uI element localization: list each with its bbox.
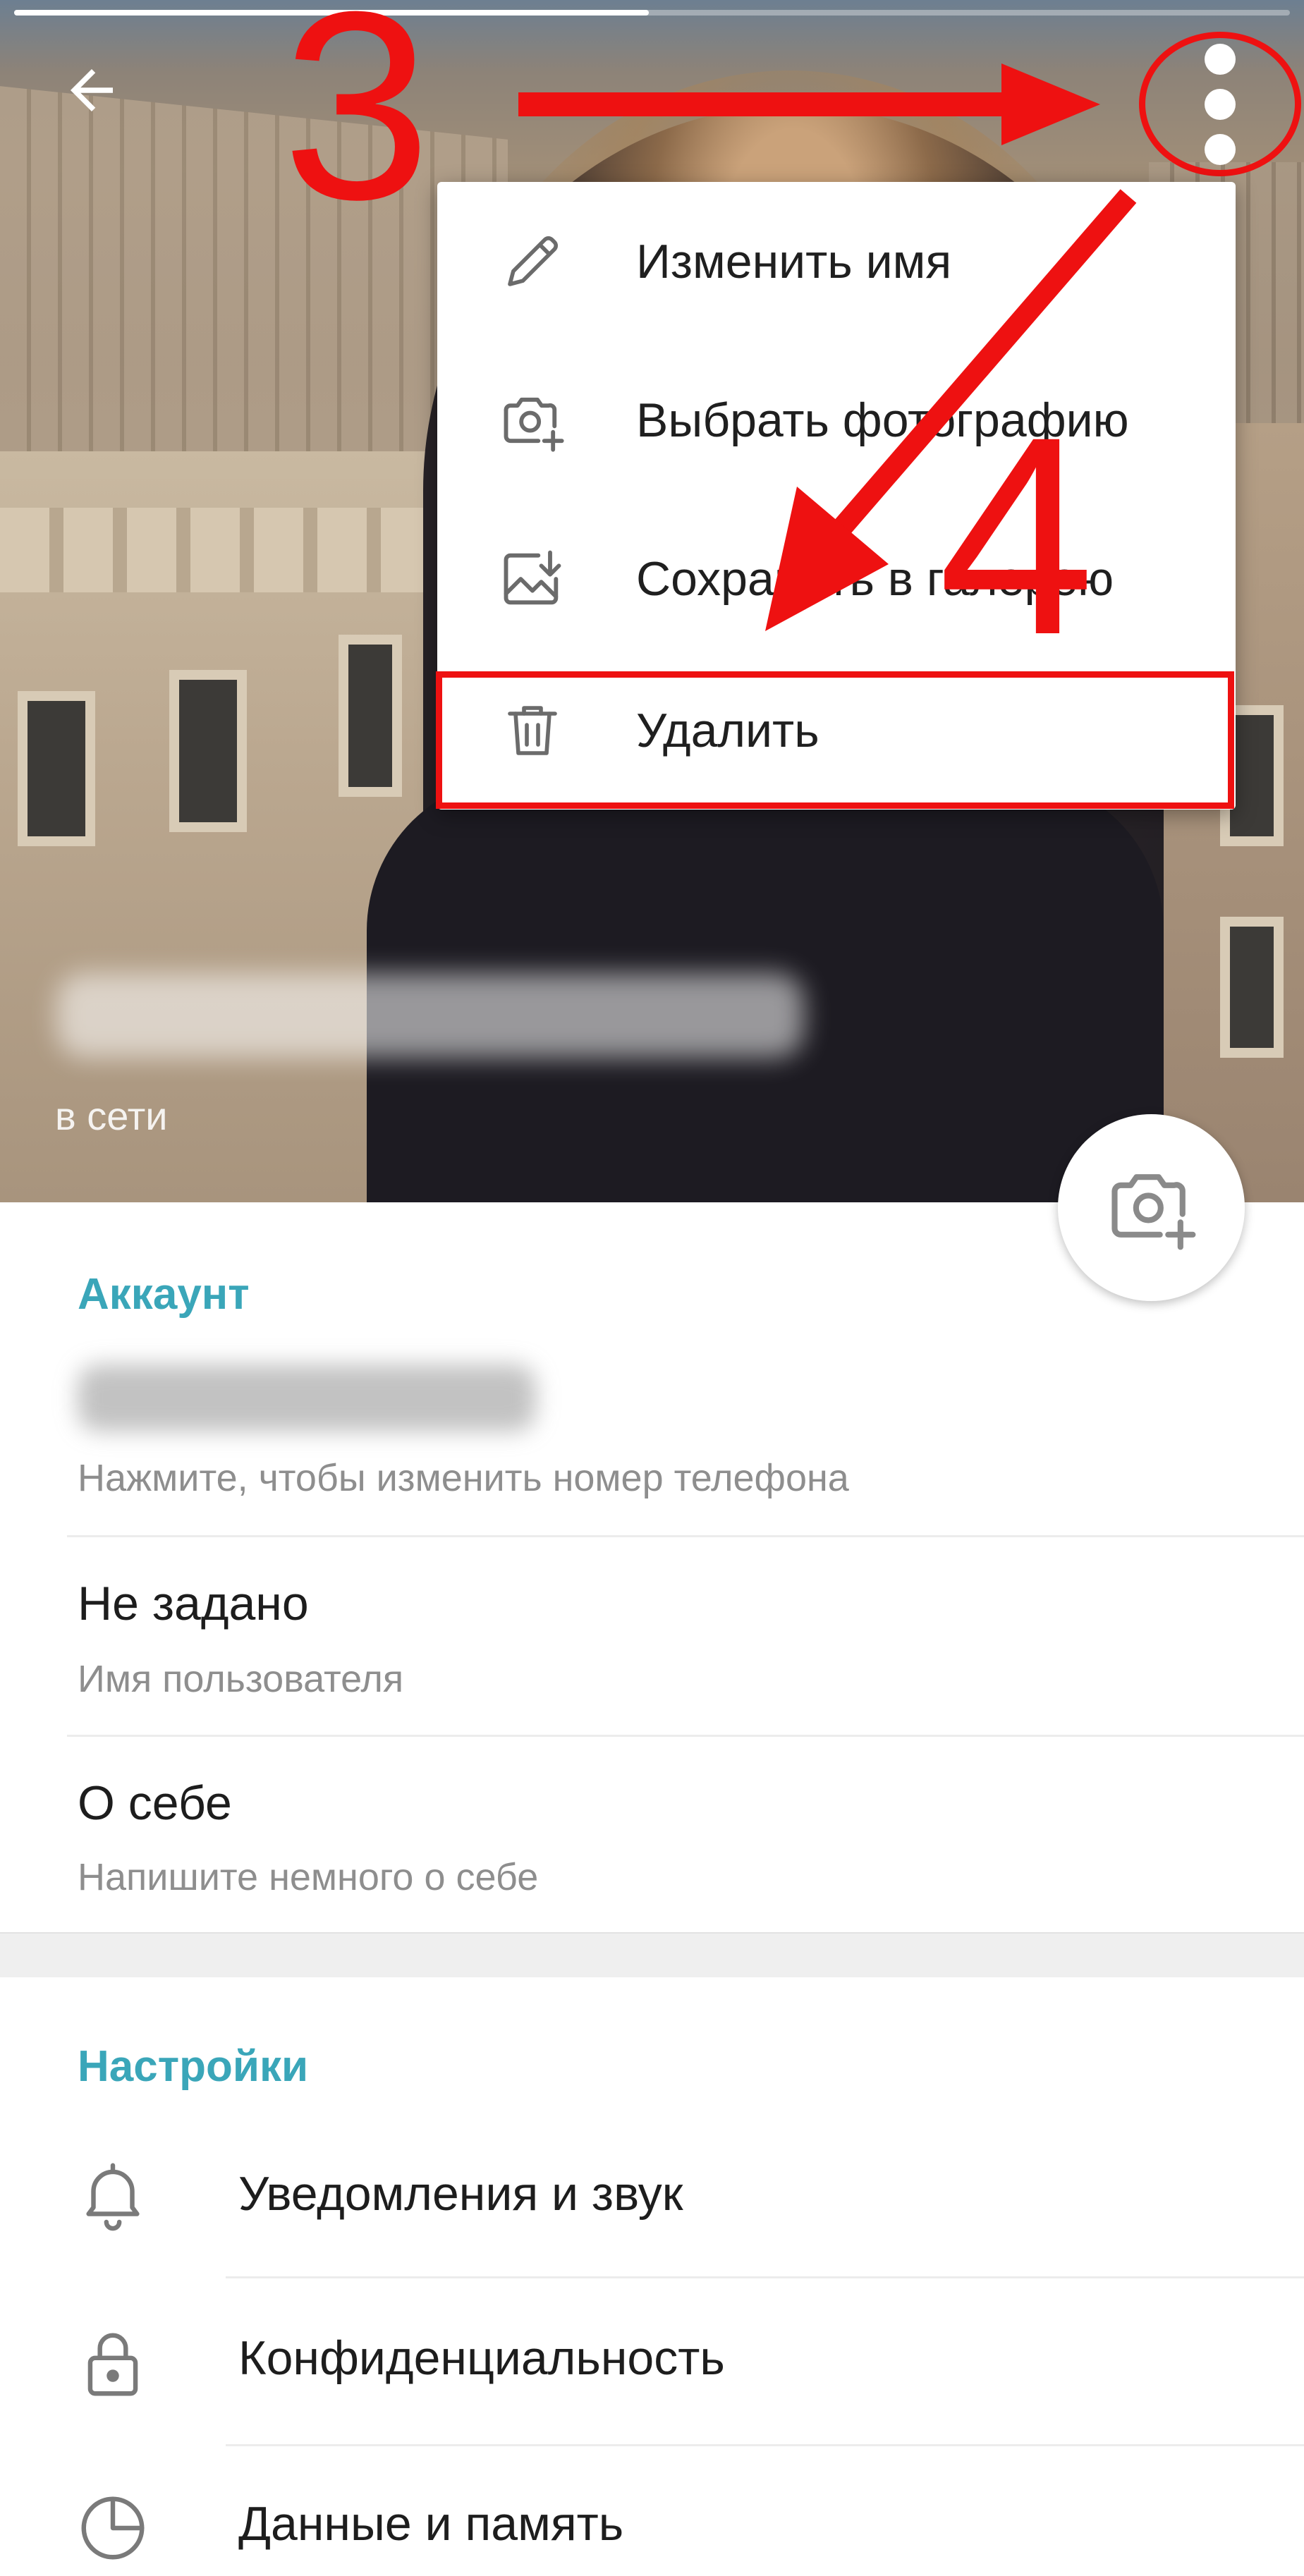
settings-item-label: Данные и память [238,2497,624,2551]
divider [226,2276,1304,2278]
annotation-circle-more-button [1139,32,1301,176]
divider [226,2444,1304,2446]
menu-item-choose-photo[interactable]: Выбрать фотографию [437,341,1236,499]
save-image-icon [494,540,571,618]
username-value: Не задано [78,1577,309,1630]
settings-item-privacy[interactable]: Конфиденциальность [0,2280,1304,2448]
bio-hint: Напишите немного о себе [78,1856,539,1898]
back-button[interactable] [56,56,127,127]
camera-add-icon [494,381,571,459]
photo-window [339,635,402,797]
settings-section-title: Настройки [78,2042,309,2091]
account-section-title: Аккаунт [78,1270,250,1319]
settings-item-data-storage[interactable]: Данные и память [0,2447,1304,2576]
bio-row[interactable]: О себе Напишите немного о себе [0,1737,1304,1931]
menu-item-label: Изменить имя [636,234,952,288]
phone-number-redacted [78,1365,536,1432]
photo-window [169,670,247,832]
photo-background-cornice [0,508,451,592]
pencil-icon [494,223,571,300]
set-photo-button[interactable] [1058,1114,1245,1301]
online-status: в сети [55,1094,168,1138]
bell-icon [71,2152,155,2237]
menu-item-save-to-gallery[interactable]: Сохранить в галерею [437,499,1236,658]
settings-item-label: Уведомления и звук [238,2167,683,2221]
arrow-left-icon [60,59,123,126]
menu-item-rename[interactable]: Изменить имя [437,182,1236,341]
lock-icon [71,2322,155,2407]
username-row[interactable]: Не задано Имя пользователя [0,1537,1304,1735]
annotation-step-3: 3 [282,0,432,255]
camera-add-icon [1102,1156,1201,1259]
annotation-highlight-delete [436,671,1234,809]
annotation-step-4: 4 [938,378,1095,693]
profile-name-redacted [56,973,804,1058]
section-separator [0,1932,1304,1977]
username-hint: Имя пользователя [78,1658,404,1700]
phone-row[interactable]: Нажмите, чтобы изменить номер телефона [0,1340,1304,1534]
settings-item-label: Конфиденциальность [238,2331,725,2385]
clock-icon [71,2486,155,2570]
settings-item-notifications[interactable]: Уведомления и звук [0,2116,1304,2283]
bio-value: О себе [78,1776,232,1830]
photo-window [18,691,95,846]
photo-window [1220,917,1284,1058]
phone-hint: Нажмите, чтобы изменить номер телефона [78,1457,849,1499]
